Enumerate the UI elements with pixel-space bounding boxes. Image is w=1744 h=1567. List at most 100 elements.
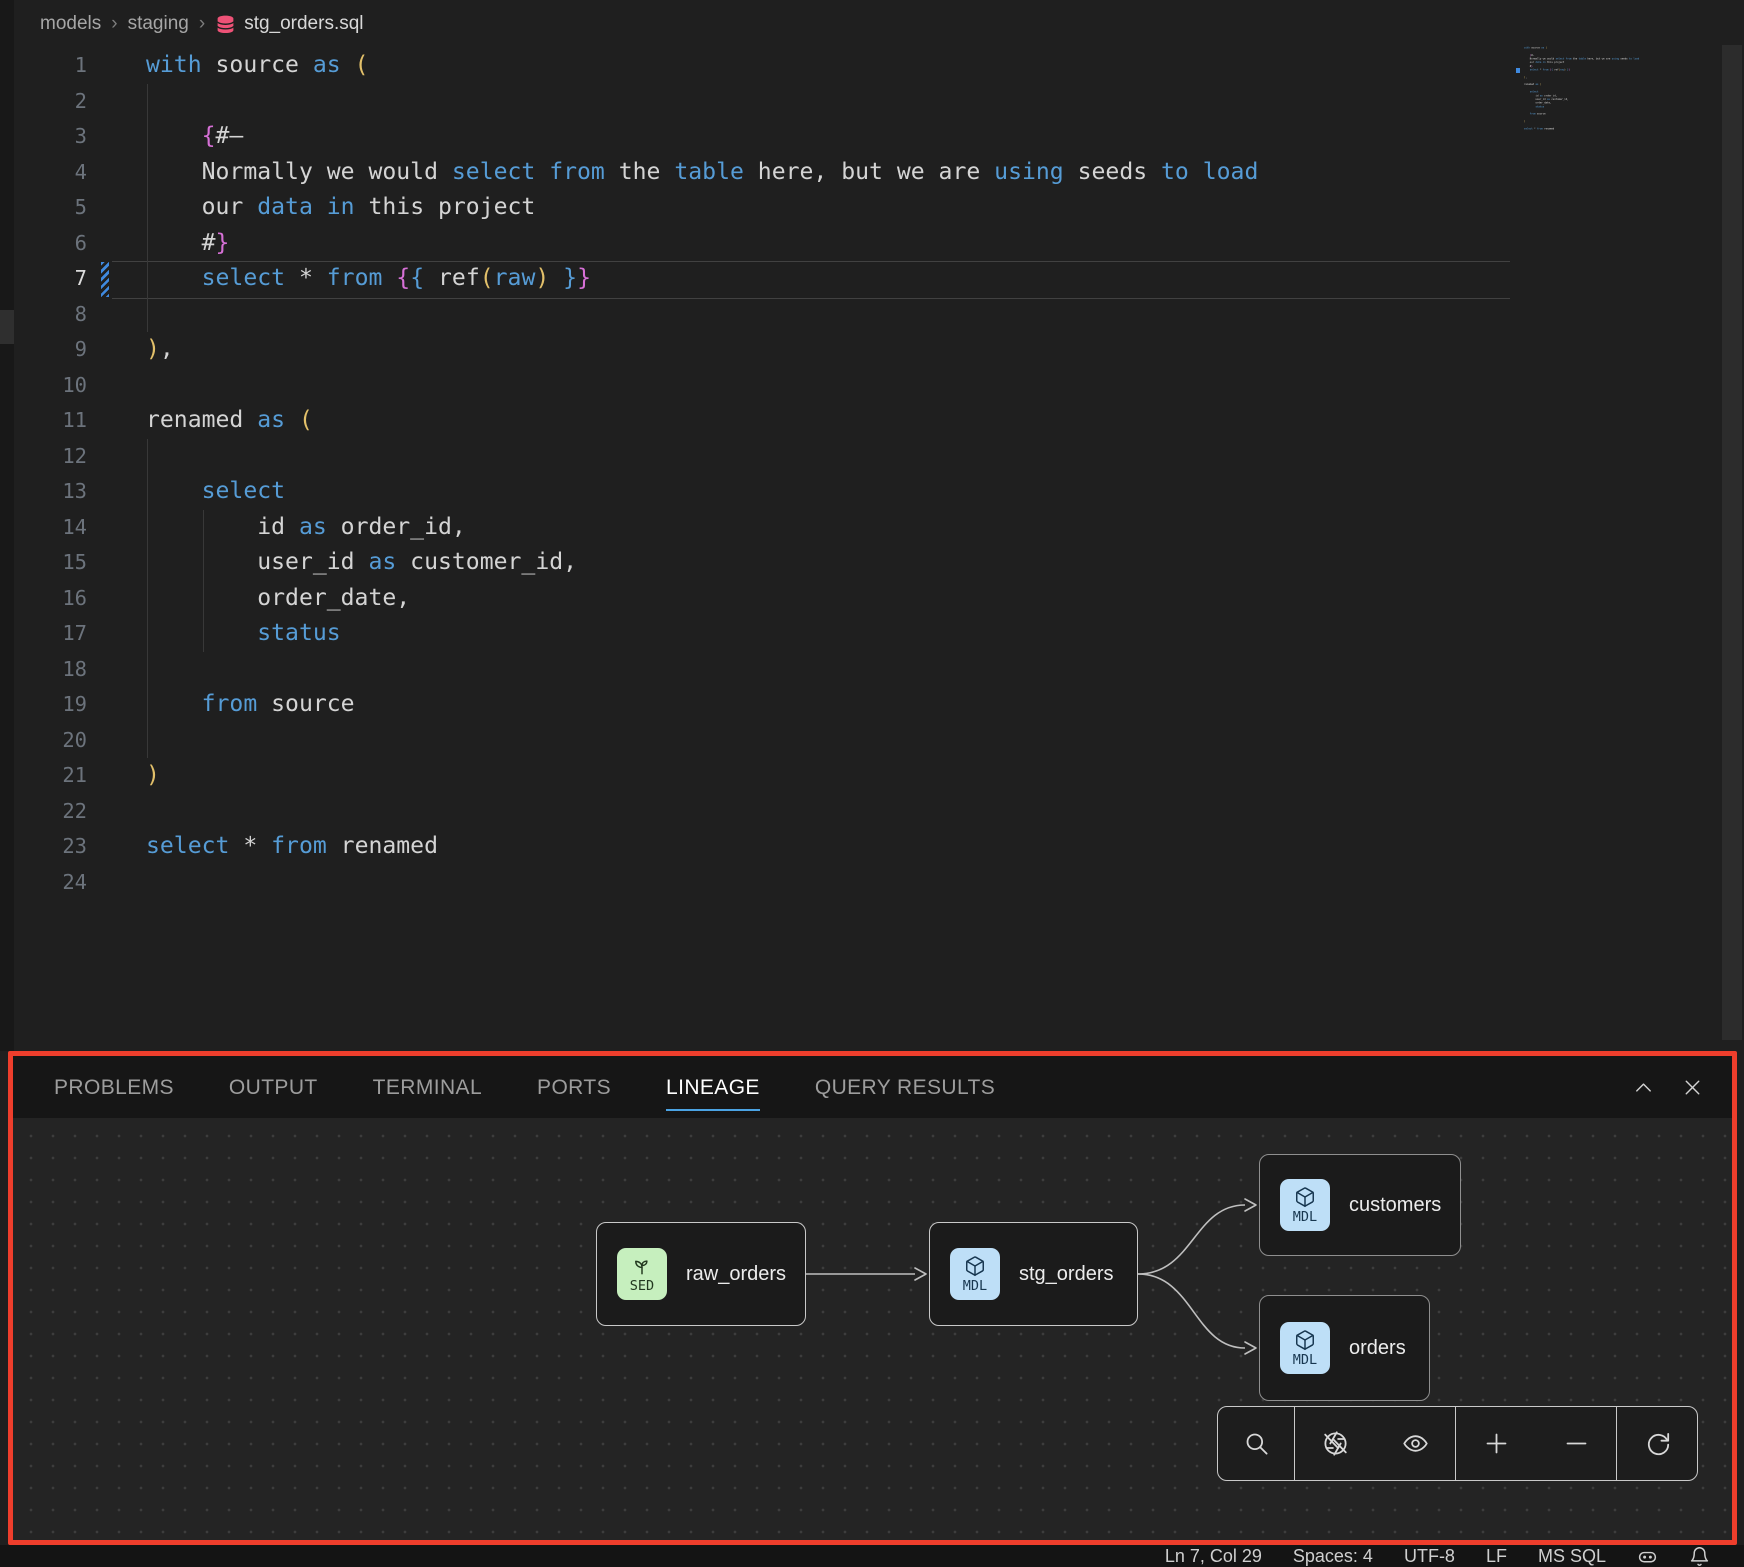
code-token: from xyxy=(271,833,327,859)
code-line[interactable] xyxy=(146,723,1258,759)
code-line[interactable] xyxy=(146,297,1258,333)
status-indentation[interactable]: Spaces: 4 xyxy=(1293,1546,1373,1567)
line-number[interactable]: 11 xyxy=(14,403,87,439)
line-number[interactable]: 19 xyxy=(14,687,87,723)
breadcrumb-file[interactable]: stg_orders.sql xyxy=(244,13,363,35)
code-line[interactable]: select xyxy=(146,474,1258,510)
lineage-refresh-button[interactable] xyxy=(1644,1430,1671,1457)
code-token: renamed xyxy=(1524,83,1536,86)
code-editor[interactable]: 123456789101112131415161718192021222324 … xyxy=(14,40,1744,1051)
line-number[interactable]: 21 xyxy=(14,758,87,794)
code-line[interactable]: status xyxy=(146,616,1258,652)
code-line[interactable]: our data in this project xyxy=(146,190,1258,226)
panel-tab-query-results[interactable]: QUERY RESULTS xyxy=(815,1064,995,1111)
lineage-zoom-out-button[interactable] xyxy=(1563,1430,1590,1457)
status-language-mode[interactable]: MS SQL xyxy=(1538,1546,1606,1567)
breadcrumb-item[interactable]: models xyxy=(40,13,101,35)
code-line[interactable]: id as order_id, xyxy=(146,510,1258,546)
line-number[interactable]: 24 xyxy=(14,865,87,901)
line-number[interactable]: 8 xyxy=(14,297,87,333)
code-line[interactable]: order_date, xyxy=(146,581,1258,617)
lineage-eye-button[interactable] xyxy=(1402,1430,1429,1457)
panel-actions xyxy=(1632,1056,1704,1118)
line-number[interactable]: 9 xyxy=(14,332,87,368)
code-line[interactable] xyxy=(146,865,1258,901)
line-number-gutter[interactable]: 123456789101112131415161718192021222324 xyxy=(14,48,87,900)
line-number[interactable]: 6 xyxy=(14,226,87,262)
lineage-canvas[interactable]: SEDraw_orders MDLstg_orders MDLcustomers MD… xyxy=(13,1118,1732,1540)
lineage-aperture-button[interactable] xyxy=(1322,1430,1349,1457)
close-panel-button[interactable] xyxy=(1681,1076,1704,1099)
breadcrumb-item[interactable]: staging xyxy=(128,13,189,35)
code-line[interactable] xyxy=(146,84,1258,120)
panel-tab-lineage[interactable]: LINEAGE xyxy=(666,1064,760,1111)
lineage-edge xyxy=(1138,1274,1245,1348)
bell-icon xyxy=(1689,1546,1710,1567)
panel-tab-problems[interactable]: PROBLEMS xyxy=(54,1064,174,1111)
code-line[interactable]: ), xyxy=(146,332,1258,368)
code-line[interactable] xyxy=(146,794,1258,830)
lineage-node-raw_orders[interactable]: SEDraw_orders xyxy=(596,1222,806,1326)
code-token: ( xyxy=(1546,46,1547,49)
lineage-node-customers[interactable]: MDLcustomers xyxy=(1259,1154,1461,1256)
panel-tab-output[interactable]: OUTPUT xyxy=(229,1064,318,1111)
line-number[interactable]: 12 xyxy=(14,439,87,475)
code-line[interactable]: from source xyxy=(146,687,1258,723)
code-line[interactable] xyxy=(1524,131,1690,135)
code-line[interactable] xyxy=(146,439,1258,475)
panel-tab-ports[interactable]: PORTS xyxy=(537,1064,611,1111)
code-token xyxy=(1524,105,1536,108)
code-line[interactable]: with source as ( xyxy=(146,48,1258,84)
code-line[interactable] xyxy=(146,652,1258,688)
lineage-search-button[interactable] xyxy=(1243,1430,1270,1457)
panel-tab-bar: PROBLEMS OUTPUT TERMINAL PORTS LINEAGE QUERY … xyxy=(13,1056,1732,1118)
line-number[interactable]: 16 xyxy=(14,581,87,617)
code-token: select xyxy=(1530,91,1539,94)
line-number[interactable]: 1 xyxy=(14,48,87,84)
code-token: table xyxy=(674,159,744,185)
line-number[interactable]: 10 xyxy=(14,368,87,404)
code-pane[interactable]: with source as ( {#– Normally we would s… xyxy=(146,48,1258,900)
line-number[interactable]: 22 xyxy=(14,794,87,830)
line-number[interactable]: 15 xyxy=(14,545,87,581)
code-line[interactable]: select * from {{ ref(raw) }} xyxy=(146,261,1258,297)
chevron-up-icon xyxy=(1632,1076,1655,1099)
code-line[interactable]: renamed as ( xyxy=(146,403,1258,439)
panel-tab-terminal[interactable]: TERMINAL xyxy=(373,1064,482,1111)
toolbar-group xyxy=(1294,1407,1455,1480)
line-number[interactable]: 17 xyxy=(14,616,87,652)
code-line[interactable]: #} xyxy=(146,226,1258,262)
line-number[interactable]: 14 xyxy=(14,510,87,546)
lineage-zoom-in-button[interactable] xyxy=(1483,1430,1510,1457)
notifications-bell-icon[interactable] xyxy=(1689,1546,1710,1567)
status-cursor-position[interactable]: Ln 7, Col 29 xyxy=(1165,1546,1262,1567)
code-line[interactable]: {#– xyxy=(146,119,1258,155)
code-line[interactable] xyxy=(146,368,1258,404)
line-number[interactable]: 4 xyxy=(14,155,87,191)
line-number[interactable]: 23 xyxy=(14,829,87,865)
line-number[interactable]: 20 xyxy=(14,723,87,759)
line-number[interactable]: 3 xyxy=(14,119,87,155)
line-number[interactable]: 18 xyxy=(14,652,87,688)
code-line[interactable]: Normally we would select from the table … xyxy=(146,155,1258,191)
code-line[interactable]: user_id as customer_id, xyxy=(146,545,1258,581)
line-number[interactable]: 13 xyxy=(14,474,87,510)
code-token: ) xyxy=(1524,120,1525,123)
line-number[interactable]: 5 xyxy=(14,190,87,226)
status-encoding[interactable]: UTF-8 xyxy=(1404,1546,1455,1567)
copilot-icon[interactable] xyxy=(1637,1546,1658,1567)
code-token: raw xyxy=(494,265,536,291)
maximize-panel-button[interactable] xyxy=(1632,1076,1655,1099)
line-number[interactable]: 7 xyxy=(14,261,87,297)
status-eol[interactable]: LF xyxy=(1486,1546,1507,1567)
line-number[interactable]: 2 xyxy=(14,84,87,120)
code-token: #– xyxy=(1531,54,1534,57)
minimap[interactable]: with source as ( {#– Normally we would s… xyxy=(1524,46,1702,141)
lineage-node-stg_orders[interactable]: MDLstg_orders xyxy=(929,1222,1138,1326)
lineage-node-orders[interactable]: MDLorders xyxy=(1259,1295,1430,1401)
code-line[interactable]: select * from renamed xyxy=(146,829,1258,865)
lineage-toolbar xyxy=(1217,1406,1698,1481)
code-line[interactable]: ) xyxy=(146,758,1258,794)
code-token: source xyxy=(202,52,313,78)
editor-scrollbar[interactable] xyxy=(1722,45,1742,1040)
